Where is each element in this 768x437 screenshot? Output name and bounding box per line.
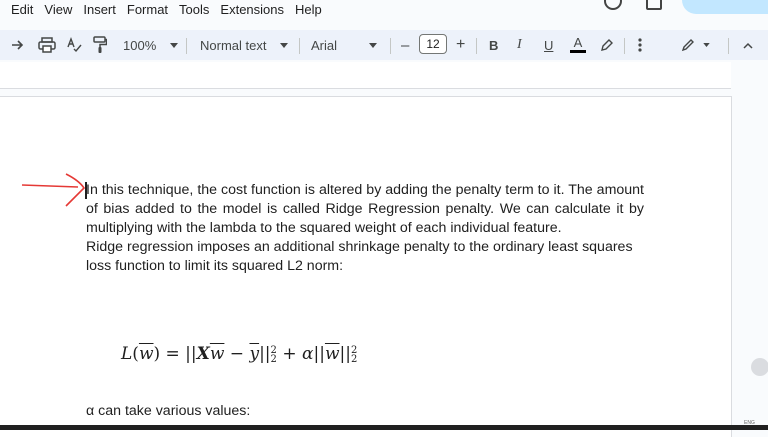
paragraph-3: α can take various values: <box>86 403 251 419</box>
chevron-down-icon <box>280 42 289 48</box>
menu-extensions[interactable]: Extensions <box>215 1 290 19</box>
menu-tools[interactable]: Tools <box>174 1 215 19</box>
font-size-input[interactable]: 12 <box>419 34 447 54</box>
more-options-icon[interactable] <box>638 30 642 60</box>
zoom-value: 100% <box>123 37 157 53</box>
text-color-bar <box>570 50 586 53</box>
bold-button[interactable]: B <box>489 30 498 60</box>
menu-bar: Edit View Insert Format Tools Extensions… <box>0 0 768 20</box>
os-taskbar <box>0 425 768 430</box>
menu-help[interactable]: Help <box>290 1 328 19</box>
zoom-select[interactable]: 100% <box>123 30 179 60</box>
print-icon[interactable] <box>38 30 56 60</box>
ridge-loss-formula: L(w) = ||Xw − y|| 2 2 + α||w|| 2 2 <box>121 344 358 365</box>
taskbar-language: ENG <box>744 420 755 426</box>
chevron-down-icon <box>369 42 378 48</box>
menu-view[interactable]: View <box>39 1 78 19</box>
chevron-down-icon <box>170 42 179 48</box>
decrease-font-size-button[interactable]: – <box>401 30 409 60</box>
underline-button[interactable]: U <box>544 30 553 60</box>
undo-redo-icon[interactable] <box>10 30 26 60</box>
pencil-icon <box>681 39 694 52</box>
paragraph-1: In this technique, the cost function is … <box>86 182 644 236</box>
menu-format[interactable]: Format <box>122 1 174 19</box>
highlight-pen-icon[interactable] <box>600 30 614 60</box>
hide-menus-chevron-up-icon[interactable] <box>743 30 753 60</box>
italic-button[interactable]: I <box>517 30 522 60</box>
text-color-button[interactable]: A <box>570 30 586 60</box>
chevron-down-icon <box>703 43 710 47</box>
spellcheck-icon[interactable] <box>66 30 82 60</box>
grammarly-icon[interactable] <box>751 358 768 376</box>
menu-edit[interactable]: Edit <box>0 1 39 19</box>
font-select[interactable]: Arial <box>311 30 378 60</box>
style-select[interactable]: Normal text <box>200 30 289 60</box>
red-arrow-annotation <box>21 173 86 207</box>
paint-format-icon[interactable] <box>93 30 107 60</box>
toolbar: 100% Normal text Arial – 12 + B I U A <box>0 30 768 60</box>
font-value: Arial <box>311 37 338 53</box>
menu-insert[interactable]: Insert <box>78 1 122 19</box>
paragraph-2: Ridge regression imposes an additional s… <box>86 239 633 274</box>
style-value: Normal text <box>200 37 267 53</box>
previous-page-bottom <box>0 62 731 89</box>
increase-font-size-button[interactable]: + <box>456 30 465 60</box>
editing-mode-select[interactable] <box>681 30 710 60</box>
document-body[interactable]: In this technique, the cost function is … <box>86 181 644 276</box>
